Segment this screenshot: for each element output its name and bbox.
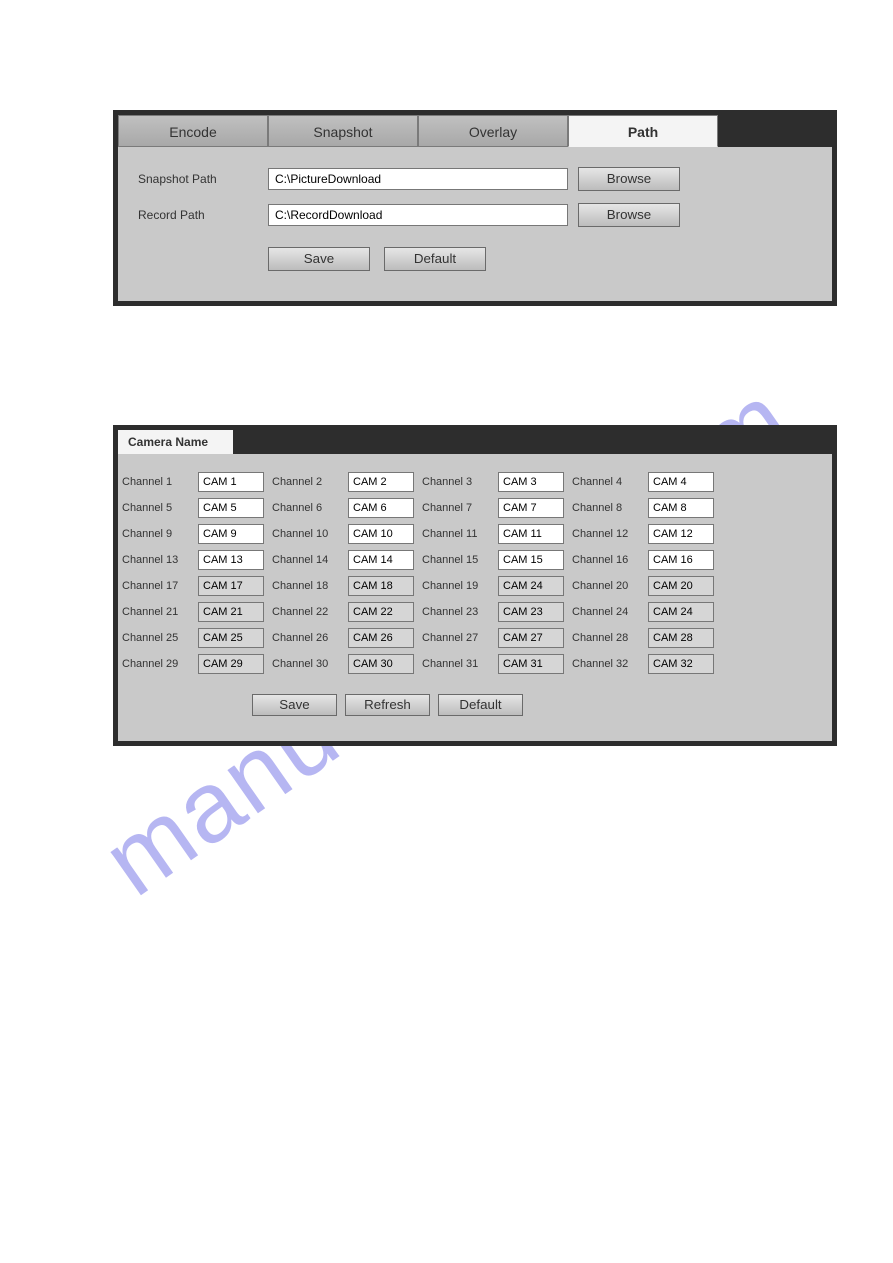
- channel-label: Channel 22: [272, 606, 344, 618]
- tab-strip-2: Camera Name: [118, 430, 832, 454]
- channel-input[interactable]: [648, 550, 714, 570]
- channel-label: Channel 27: [422, 632, 494, 644]
- tab-path[interactable]: Path: [568, 115, 718, 147]
- channel-label: Channel 17: [122, 580, 194, 592]
- channel-input[interactable]: [648, 524, 714, 544]
- channel-label: Channel 9: [122, 528, 194, 540]
- channel-input[interactable]: [348, 498, 414, 518]
- tab-snapshot[interactable]: Snapshot: [268, 115, 418, 147]
- channel-label: Channel 29: [122, 658, 194, 670]
- default-button[interactable]: Default: [384, 247, 486, 271]
- channel-label: Channel 10: [272, 528, 344, 540]
- record-path-input[interactable]: [268, 204, 568, 226]
- channel-label: Channel 19: [422, 580, 494, 592]
- save-button[interactable]: Save: [268, 247, 370, 271]
- channel-label: Channel 14: [272, 554, 344, 566]
- channel-label: Channel 30: [272, 658, 344, 670]
- channel-input[interactable]: [198, 498, 264, 518]
- channel-input[interactable]: [648, 654, 714, 674]
- channel-input[interactable]: [648, 628, 714, 648]
- channel-label: Channel 32: [572, 658, 644, 670]
- channel-label: Channel 16: [572, 554, 644, 566]
- snapshot-path-label: Snapshot Path: [132, 172, 268, 186]
- channel-label: Channel 21: [122, 606, 194, 618]
- channel-input[interactable]: [648, 498, 714, 518]
- channel-input[interactable]: [348, 550, 414, 570]
- channel-grid: Channel 1 Channel 2 Channel 3 Channel 4 Chan…: [122, 472, 828, 674]
- channel-input[interactable]: [498, 472, 564, 492]
- channel-input[interactable]: [348, 524, 414, 544]
- channel-input[interactable]: [198, 654, 264, 674]
- channel-label: Channel 4: [572, 476, 644, 488]
- channel-input[interactable]: [198, 628, 264, 648]
- channel-label: Channel 12: [572, 528, 644, 540]
- channel-input[interactable]: [348, 654, 414, 674]
- channel-label: Channel 3: [422, 476, 494, 488]
- channel-input[interactable]: [348, 602, 414, 622]
- channel-label: Channel 24: [572, 606, 644, 618]
- channel-input[interactable]: [348, 628, 414, 648]
- tab-encode[interactable]: Encode: [118, 115, 268, 147]
- save-button[interactable]: Save: [252, 694, 337, 716]
- channel-input[interactable]: [198, 576, 264, 596]
- tab-camera-name[interactable]: Camera Name: [118, 430, 233, 454]
- channel-label: Channel 11: [422, 528, 494, 540]
- channel-input[interactable]: [648, 602, 714, 622]
- channel-input[interactable]: [198, 524, 264, 544]
- channel-input[interactable]: [498, 602, 564, 622]
- channel-label: Channel 7: [422, 502, 494, 514]
- channel-input[interactable]: [198, 550, 264, 570]
- snapshot-browse-button[interactable]: Browse: [578, 167, 680, 191]
- default-button[interactable]: Default: [438, 694, 523, 716]
- channel-input[interactable]: [498, 498, 564, 518]
- channel-input[interactable]: [498, 628, 564, 648]
- channel-label: Channel 2: [272, 476, 344, 488]
- channel-label: Channel 20: [572, 580, 644, 592]
- channel-input[interactable]: [198, 602, 264, 622]
- tab-strip: Encode Snapshot Overlay Path: [118, 115, 832, 147]
- channel-input[interactable]: [498, 550, 564, 570]
- channel-label: Channel 5: [122, 502, 194, 514]
- tab-overlay[interactable]: Overlay: [418, 115, 568, 147]
- record-path-label: Record Path: [132, 208, 268, 222]
- channel-input[interactable]: [348, 576, 414, 596]
- channel-input[interactable]: [498, 524, 564, 544]
- path-settings-panel: Encode Snapshot Overlay Path Snapshot Pa…: [113, 110, 837, 306]
- channel-label: Channel 26: [272, 632, 344, 644]
- channel-input[interactable]: [648, 576, 714, 596]
- camera-name-panel: Camera Name Channel 1Channel 2Channel 3C…: [113, 425, 837, 746]
- snapshot-path-input[interactable]: [268, 168, 568, 190]
- channel-input[interactable]: [648, 472, 714, 492]
- channel-input[interactable]: [198, 472, 264, 492]
- channel-label: Channel 25: [122, 632, 194, 644]
- channel-label: Channel 13: [122, 554, 194, 566]
- record-browse-button[interactable]: Browse: [578, 203, 680, 227]
- channel-input[interactable]: [498, 654, 564, 674]
- channel-label: Channel 23: [422, 606, 494, 618]
- channel-label: Channel 8: [572, 502, 644, 514]
- channel-label: Channel 28: [572, 632, 644, 644]
- channel-input[interactable]: [498, 576, 564, 596]
- channel-input[interactable]: [348, 472, 414, 492]
- channel-label: Channel 1: [122, 476, 194, 488]
- refresh-button[interactable]: Refresh: [345, 694, 430, 716]
- channel-label: Channel 31: [422, 658, 494, 670]
- channel-label: Channel 15: [422, 554, 494, 566]
- channel-label: Channel 18: [272, 580, 344, 592]
- channel-label: Channel 6: [272, 502, 344, 514]
